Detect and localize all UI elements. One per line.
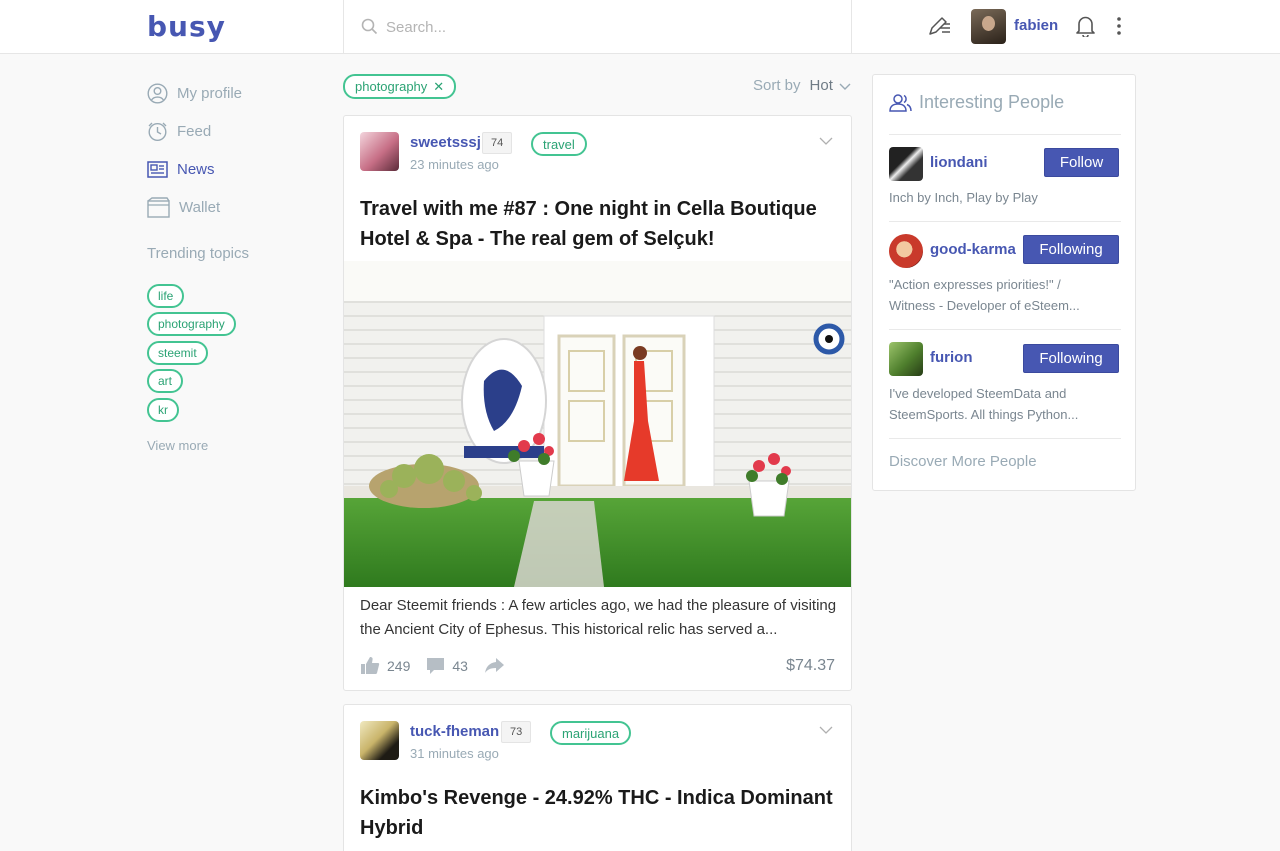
person-name[interactable]: good-karma: [930, 241, 1016, 258]
chevron-down-icon[interactable]: [819, 136, 833, 146]
reputation-badge: 73: [501, 721, 532, 743]
newspaper-icon: [147, 160, 168, 178]
topic-pill-photography[interactable]: photography: [147, 312, 236, 336]
person-name[interactable]: liondani: [930, 154, 988, 171]
author-name[interactable]: sweetsssj: [410, 134, 481, 151]
person-avatar[interactable]: [889, 234, 923, 268]
post-stats: 249 43: [360, 656, 528, 675]
following-button[interactable]: Following: [1023, 235, 1119, 264]
person-description: I've developed SteemData and SteemSports…: [889, 386, 1079, 422]
search-bar: [343, 0, 852, 54]
person-avatar[interactable]: [889, 342, 923, 376]
post-time: 31 minutes ago: [410, 746, 499, 761]
person-name[interactable]: furion: [930, 349, 973, 366]
author-avatar[interactable]: [360, 132, 399, 171]
sort-value: Hot: [809, 77, 833, 94]
nav-item-wallet[interactable]: Wallet: [147, 195, 220, 219]
reputation-badge: 74: [482, 132, 513, 154]
view-more-link[interactable]: View more: [147, 438, 208, 453]
post-title[interactable]: Travel with me #87 : One night in Cella …: [360, 194, 840, 254]
interesting-people-panel: Interesting People liondani Follow Inch …: [872, 74, 1136, 491]
bell-icon[interactable]: [1075, 15, 1096, 37]
vote-button[interactable]: 249: [360, 656, 410, 675]
nav-item-my-profile[interactable]: My profile: [147, 81, 242, 105]
chevron-down-icon: [839, 83, 851, 90]
divider: [889, 329, 1121, 330]
post-image[interactable]: [344, 261, 851, 587]
comment-icon: [427, 657, 445, 674]
author-avatar[interactable]: [360, 721, 399, 760]
topic-pill-art[interactable]: art: [147, 369, 184, 393]
nav-item-news[interactable]: News: [147, 157, 215, 181]
post-card: tuck-fheman 73 marijuana 31 minutes ago …: [343, 704, 852, 851]
post-time: 23 minutes ago: [410, 157, 499, 172]
nav-label: Feed: [177, 122, 212, 140]
post-photo: [344, 261, 851, 587]
discover-more-people-link[interactable]: Discover More People: [889, 453, 1037, 470]
comment-count: 43: [452, 657, 468, 674]
person-description: "Action expresses priorities!" / Witness…: [889, 277, 1080, 313]
more-vertical-icon[interactable]: [1112, 16, 1126, 36]
user-avatar[interactable]: [971, 9, 1006, 44]
person-description: Inch by Inch, Play by Play: [889, 190, 1038, 205]
nav-label: News: [177, 160, 215, 178]
chevron-down-icon[interactable]: [819, 725, 833, 735]
vote-count: 249: [387, 657, 411, 674]
search-icon: [361, 18, 378, 35]
post-excerpt[interactable]: Dear Steemit friends : A few articles ag…: [360, 594, 840, 642]
nav-label: My profile: [177, 84, 243, 102]
share-button[interactable]: [484, 657, 512, 674]
panel-title: Interesting People: [919, 92, 1065, 112]
divider: [889, 438, 1121, 439]
sort-dropdown[interactable]: Sort by Hot: [753, 77, 852, 94]
top-bar: busy fabien: [0, 0, 1280, 54]
topic-pill-life[interactable]: life: [147, 284, 185, 308]
following-button[interactable]: Following: [1023, 344, 1119, 373]
post-tag[interactable]: travel: [531, 132, 587, 156]
topic-pill-steemit[interactable]: steemit: [147, 341, 208, 365]
author-name[interactable]: tuck-fheman: [410, 723, 499, 740]
divider: [889, 134, 1121, 135]
logo[interactable]: busy: [147, 10, 226, 43]
share-icon: [484, 658, 504, 673]
thumbs-up-icon: [361, 657, 380, 674]
compose-icon[interactable]: [928, 15, 952, 37]
post-tag[interactable]: marijuana: [550, 721, 632, 745]
topic-pill-kr[interactable]: kr: [147, 398, 179, 422]
payout-value[interactable]: $74.37: [786, 657, 835, 675]
nav-item-feed[interactable]: Feed: [147, 119, 211, 143]
trending-topics-title: Trending topics: [147, 245, 249, 262]
wallet-icon: [147, 196, 170, 218]
filter-label: photography: [355, 79, 428, 94]
sort-label: Sort by: [753, 77, 801, 94]
clock-icon: [148, 122, 167, 141]
person-avatar[interactable]: [889, 147, 923, 181]
comment-button[interactable]: 43: [426, 657, 468, 675]
close-icon[interactable]: ✕: [433, 79, 444, 95]
post-card: sweetsssj 74 travel 23 minutes ago Trave…: [343, 115, 852, 691]
people-icon: [889, 93, 912, 112]
post-title[interactable]: Kimbo's Revenge - 24.92% THC - Indica Do…: [360, 783, 840, 843]
user-circle-icon: [147, 82, 168, 104]
follow-button[interactable]: Follow: [1044, 148, 1119, 177]
panel-header: Interesting People: [889, 92, 1064, 113]
nav-label: Wallet: [179, 198, 221, 216]
divider: [889, 221, 1121, 222]
active-filter-pill[interactable]: photography ✕: [343, 74, 457, 99]
search-input[interactable]: [386, 14, 826, 40]
user-name[interactable]: fabien: [1014, 17, 1058, 34]
